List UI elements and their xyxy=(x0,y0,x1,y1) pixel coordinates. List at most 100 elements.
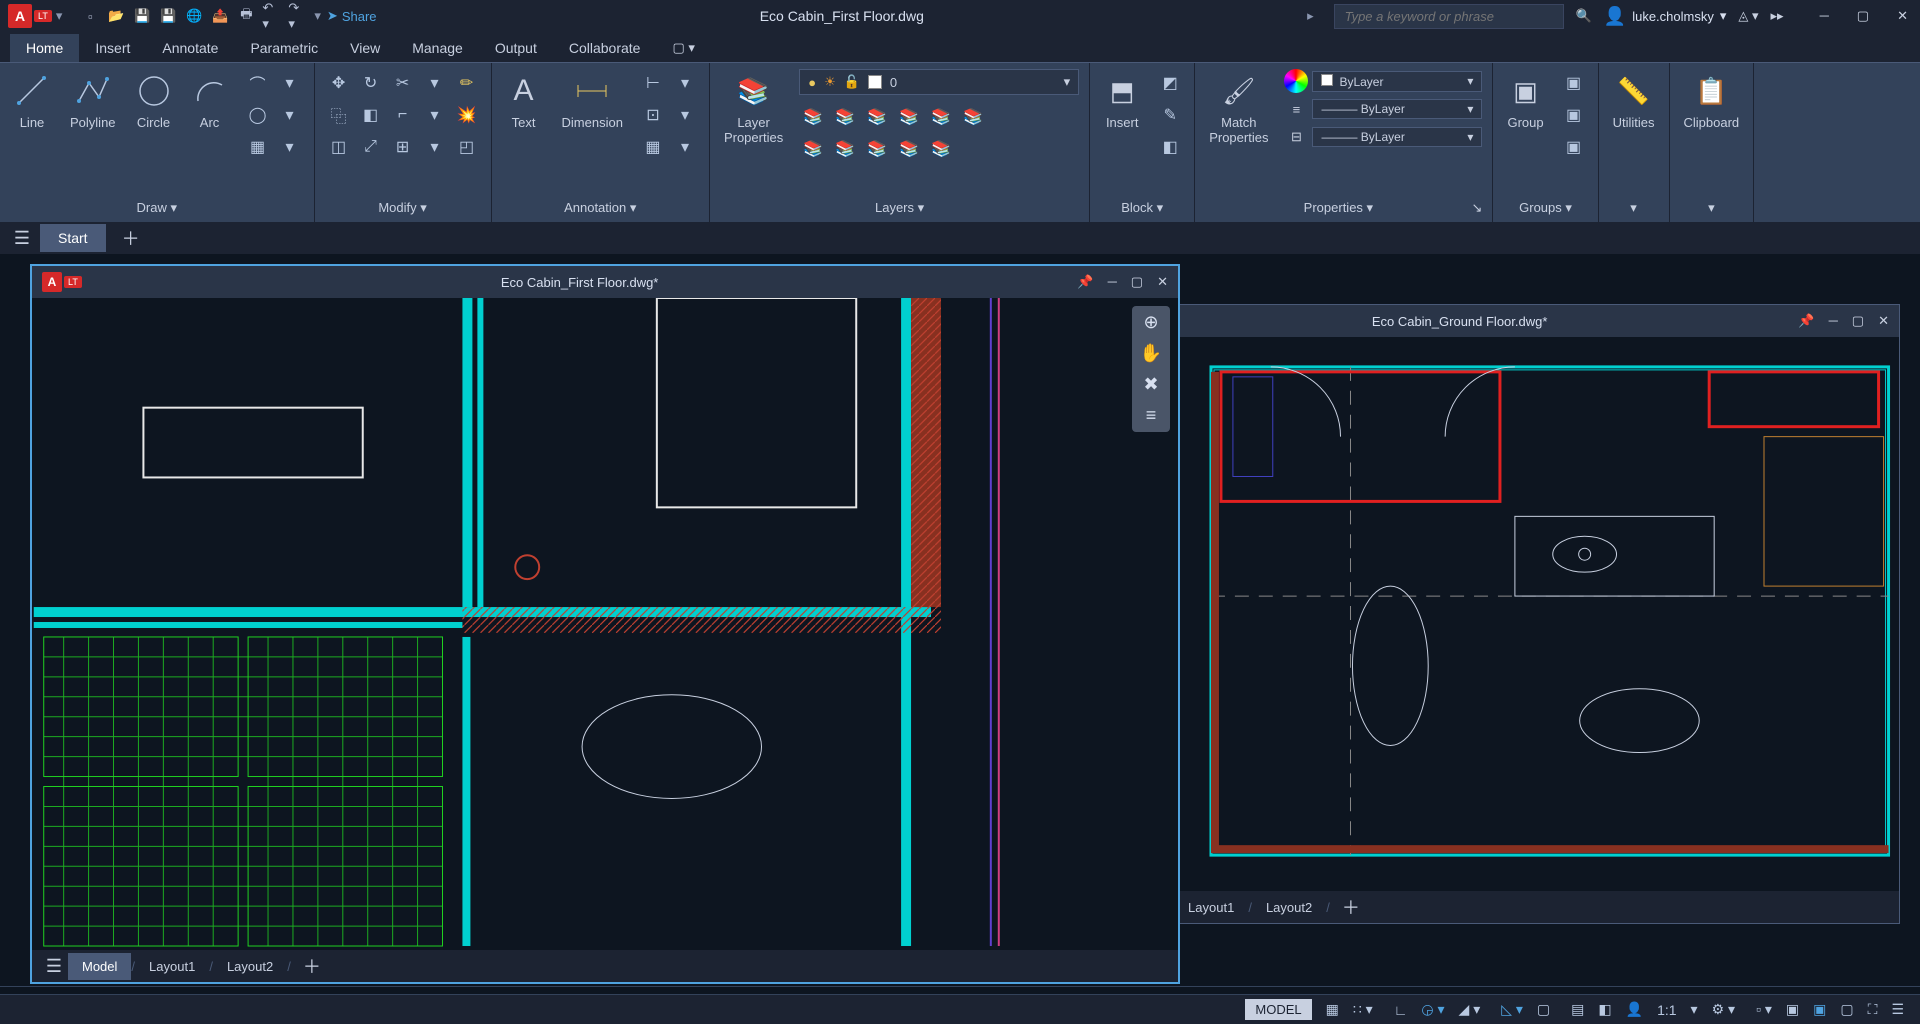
tab-collaborate[interactable]: Collaborate xyxy=(553,34,657,62)
polyline-button[interactable]: Polyline xyxy=(66,69,120,134)
save-icon[interactable]: 💾 xyxy=(132,6,152,26)
block-2[interactable]: ✎ xyxy=(1156,101,1184,129)
draw-misc-3[interactable]: ◯ xyxy=(244,101,272,129)
snap-icon[interactable]: ∷ ▾ xyxy=(1347,997,1379,1022)
modify-dd1[interactable]: ▾ xyxy=(421,69,449,97)
start-tab[interactable]: Start xyxy=(40,224,106,252)
orbit-icon[interactable]: ✖ xyxy=(1143,374,1158,395)
panel-clipboard-label[interactable]: ▾ xyxy=(1680,196,1744,220)
doc1-add-layout[interactable]: ＋ xyxy=(291,947,333,985)
tab-annotate[interactable]: Annotate xyxy=(146,34,234,62)
osnap-icon[interactable]: ◺ ▾ xyxy=(1495,997,1529,1022)
modify-dd2[interactable]: ▾ xyxy=(421,101,449,129)
insert-button[interactable]: ⬒ Insert xyxy=(1100,69,1144,134)
layer-properties-button[interactable]: 📚 Layer Properties xyxy=(720,69,787,149)
anno-1[interactable]: ⊢ xyxy=(639,69,667,97)
annoscale-dd[interactable]: ▾ xyxy=(1685,997,1704,1022)
transparency-icon[interactable]: ◧ xyxy=(1592,997,1617,1022)
panel-utilities-label[interactable]: ▾ xyxy=(1609,196,1659,220)
scale-icon[interactable]: ⤢ xyxy=(357,133,385,161)
tab-home[interactable]: Home xyxy=(10,34,79,62)
file-tabs-menu-icon[interactable]: ☰ xyxy=(8,228,36,249)
tab-insert[interactable]: Insert xyxy=(79,34,146,62)
panel-modify-label[interactable]: Modify ▾ xyxy=(325,196,481,220)
undo-icon[interactable]: ↶ ▾ xyxy=(262,6,282,26)
block-1[interactable]: ◩ xyxy=(1156,69,1184,97)
anno-4[interactable]: ▾ xyxy=(671,101,699,129)
doc2-pin-icon[interactable]: 📌 xyxy=(1798,313,1814,329)
autodesk-app-icon[interactable]: ◬ ▾ xyxy=(1738,8,1758,24)
units-icon[interactable]: ▫ ▾ xyxy=(1750,997,1778,1022)
move-icon[interactable]: ✥ xyxy=(325,69,353,97)
minimize-button[interactable]: ─ xyxy=(1816,4,1833,28)
lineweight-status-icon[interactable]: ▤ xyxy=(1565,997,1590,1022)
isolate-icon[interactable]: ▢ xyxy=(1834,997,1859,1022)
doc1-maximize-button[interactable]: ▢ xyxy=(1131,274,1143,290)
layer-tool-4[interactable]: 📚 xyxy=(895,103,923,131)
cleanscreen-icon[interactable]: ⛶ xyxy=(1862,997,1884,1022)
lineweight-icon[interactable]: ≡ xyxy=(1284,97,1308,121)
save-web-icon[interactable]: 📤 xyxy=(210,6,230,26)
doc2-add-layout[interactable]: ＋ xyxy=(1330,888,1372,926)
tab-express[interactable]: ▢ ▾ xyxy=(656,34,710,62)
line-button[interactable]: Line xyxy=(10,69,54,134)
doc2-layout2-tab[interactable]: Layout2 xyxy=(1252,894,1326,921)
draw-misc-5[interactable]: ▦ xyxy=(244,133,272,161)
close-button[interactable]: ✕ xyxy=(1893,4,1912,28)
saveas-icon[interactable]: 💾 xyxy=(158,6,178,26)
customize-icon[interactable]: ☰ xyxy=(1885,997,1910,1022)
otrack-icon[interactable]: ▢ xyxy=(1531,997,1556,1022)
layer-tool-11[interactable]: 📚 xyxy=(927,135,955,163)
grid-icon[interactable]: ▦ xyxy=(1320,997,1345,1022)
pencil-icon[interactable]: ✏ xyxy=(453,69,481,97)
copy-icon[interactable]: ⿻ xyxy=(325,101,353,129)
group-1[interactable]: ▣ xyxy=(1560,69,1588,97)
linetype-icon[interactable]: ⊟ xyxy=(1284,125,1308,149)
isodraft-icon[interactable]: ◢ ▾ xyxy=(1453,997,1487,1022)
search-input[interactable] xyxy=(1334,4,1564,29)
panel-draw-label[interactable]: Draw ▾ xyxy=(10,196,304,220)
qat-dropdown[interactable]: ▾ xyxy=(314,8,321,24)
layer-tool-7[interactable]: 📚 xyxy=(799,135,827,163)
quickprops-icon[interactable]: ▣ xyxy=(1780,997,1805,1022)
ortho-icon[interactable]: ∟ xyxy=(1388,998,1414,1022)
layer-selector[interactable]: ● ☀ 🔓 0 ▾ xyxy=(799,69,1079,95)
layer-tool-5[interactable]: 📚 xyxy=(927,103,955,131)
autocomplete-arrow-icon[interactable]: ▸ xyxy=(1307,8,1314,24)
panel-properties-label[interactable]: Properties ▾ ↘ xyxy=(1205,196,1482,220)
mirror-icon[interactable]: ◧ xyxy=(357,101,385,129)
tab-parametric[interactable]: Parametric xyxy=(234,34,334,62)
doc1-tabs-menu-icon[interactable]: ☰ xyxy=(40,956,68,977)
person-icon[interactable]: 👤 xyxy=(1620,997,1649,1022)
doc2-layout1-tab[interactable]: Layout1 xyxy=(1174,894,1248,921)
linetype-selector[interactable]: ——— ByLayer▾ xyxy=(1312,127,1482,147)
layer-tool-1[interactable]: 📚 xyxy=(799,103,827,131)
layer-tool-3[interactable]: 📚 xyxy=(863,103,891,131)
colorwheel-icon[interactable] xyxy=(1284,69,1308,93)
pan-icon[interactable]: ✋ xyxy=(1140,343,1162,364)
doc-window-1[interactable]: A LT Eco Cabin_First Floor.dwg* 📌 ─ ▢ ✕ xyxy=(30,264,1180,984)
draw-misc-2[interactable]: ▾ xyxy=(276,69,304,97)
clipboard-button[interactable]: 📋 Clipboard xyxy=(1680,69,1744,134)
anno-3[interactable]: ⊡ xyxy=(639,101,667,129)
array-icon[interactable]: ⊞ xyxy=(389,133,417,161)
modify-dd3[interactable]: ▾ xyxy=(421,133,449,161)
rotate-icon[interactable]: ↻ xyxy=(357,69,385,97)
gear-icon[interactable]: ⚙ ▾ xyxy=(1706,997,1741,1022)
expand-icon[interactable]: ▸▸ xyxy=(1771,8,1784,24)
doc1-pin-icon[interactable]: 📌 xyxy=(1077,274,1093,290)
panel-block-label[interactable]: Block ▾ xyxy=(1100,196,1184,220)
doc2-maximize-button[interactable]: ▢ xyxy=(1852,313,1864,329)
doc1-model-tab[interactable]: Model xyxy=(68,953,131,980)
panel-annotation-label[interactable]: Annotation ▾ xyxy=(502,196,699,220)
print-icon[interactable]: 🖶 xyxy=(236,6,256,26)
circle-button[interactable]: Circle xyxy=(132,69,176,134)
arc-button[interactable]: Arc xyxy=(188,69,232,134)
anno-6[interactable]: ▾ xyxy=(671,133,699,161)
stretch-icon[interactable]: ◫ xyxy=(325,133,353,161)
layer-tool-8[interactable]: 📚 xyxy=(831,135,859,163)
anno-2[interactable]: ▾ xyxy=(671,69,699,97)
share-button[interactable]: ➤ Share xyxy=(327,8,377,24)
doc1-close-button[interactable]: ✕ xyxy=(1157,274,1168,290)
hwacc-icon[interactable]: ▣ xyxy=(1807,997,1832,1022)
